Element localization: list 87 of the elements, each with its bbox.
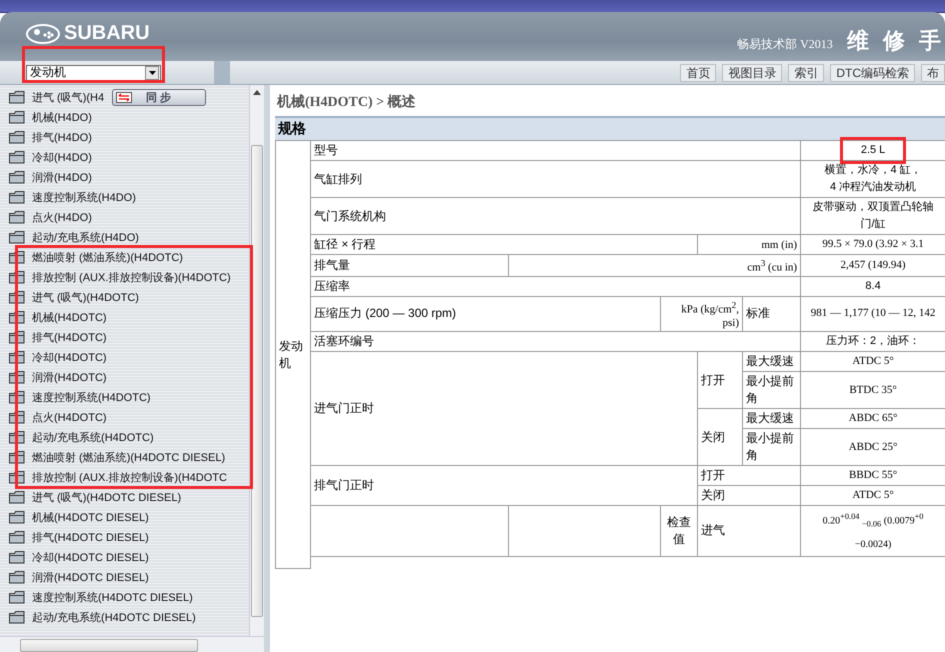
section-title: 规格 — [278, 120, 306, 136]
nav-link[interactable]: 首页 — [680, 64, 716, 82]
folder-icon — [9, 90, 25, 104]
table-cell: 标准 — [742, 296, 801, 332]
folder-icon — [9, 510, 25, 524]
table-cell: 关闭 — [698, 408, 742, 466]
table-cell: 进气门正时 — [310, 352, 698, 466]
tree-item[interactable]: 进气 (吸气)(H4DOTC) — [0, 287, 139, 307]
table-cell: 最大缓速 — [742, 408, 801, 429]
tree-item[interactable]: 机械(H4DO) — [0, 107, 92, 127]
tree-item[interactable]: 起动/充电系统(H4DOTC DIESEL) — [0, 607, 196, 627]
nav-link[interactable]: 索引 — [788, 64, 824, 82]
table-cell: 排气量 — [310, 254, 508, 276]
folder-icon — [9, 190, 25, 204]
folder-icon — [9, 170, 25, 184]
stars-oval-logo-icon — [26, 24, 60, 44]
table-cell: 关闭 — [698, 486, 801, 506]
table-cell: 气门系统机构 — [310, 198, 801, 234]
tree-item[interactable]: 润滑(H4DO) — [0, 167, 92, 187]
table-cell: 打开 — [698, 352, 742, 409]
tree-item[interactable]: 排气(H4DOTC) — [0, 327, 107, 347]
sync-button[interactable]: 同 步 — [112, 89, 206, 106]
table-cell: 缸径 × 行程 — [310, 234, 698, 254]
folder-icon — [9, 590, 25, 604]
horizontal-scrollbar[interactable] — [0, 636, 264, 652]
tree-item[interactable]: 进气 (吸气)(H4DOTC DIESEL) — [0, 487, 182, 507]
nav-link[interactable]: 布 — [921, 64, 945, 82]
table-cell: 最大缓速 — [742, 352, 801, 372]
tree-item[interactable]: 冷却(H4DO) — [0, 147, 92, 167]
tree-item[interactable]: 点火(H4DO) — [0, 207, 92, 227]
table-cell: 型号 — [310, 140, 801, 160]
tree-item[interactable]: 速度控制系统(H4DOTC) — [0, 387, 151, 407]
folder-icon — [9, 210, 25, 224]
table-cell: 排气门正时 — [310, 466, 698, 506]
splitter-handle[interactable] — [214, 61, 230, 84]
window-title: 维 修 手 — [846, 27, 945, 55]
scroll-up-arrow-icon[interactable] — [253, 90, 261, 95]
scrollbar-thumb[interactable] — [20, 639, 198, 652]
table-cell: cm$^{3}$ (cu in) — [508, 254, 801, 276]
tree-item[interactable]: 排气(H4DOTC DIESEL) — [0, 527, 149, 547]
breadcrumb: 机械(H4DOTC) > 概述 — [276, 93, 417, 112]
table-cell: 压缩率 — [310, 276, 801, 296]
tree-item[interactable]: 速度控制系统(H4DO) — [0, 187, 136, 207]
tree-item[interactable]: 冷却(H4DOTC) — [0, 347, 107, 367]
table-cell: 发动机 — [276, 140, 310, 569]
tree-item[interactable]: 燃油喷射 (燃油系统)(H4DOTC) — [0, 247, 183, 267]
brand-name: SUBARU — [64, 22, 150, 45]
table-cell: 打开 — [698, 466, 801, 486]
tree-item[interactable]: 冷却(H4DOTC DIESEL) — [0, 547, 149, 567]
nav-link[interactable]: DTC编码检索 — [830, 64, 915, 82]
tree-item[interactable]: 起动/充电系统(H4DOTC) — [0, 427, 154, 447]
tree-item[interactable]: 起动/充电系统(H4DO) — [0, 227, 139, 247]
folder-icon — [9, 150, 25, 164]
scrollbar-thumb[interactable] — [251, 145, 263, 617]
tree-item[interactable]: 润滑(H4DOTC DIESEL) — [0, 567, 149, 587]
table-cell: 进气 — [698, 506, 801, 556]
table-cell: 气缸排列 — [310, 160, 801, 198]
tree-item[interactable]: 速度控制系统(H4DOTC DIESEL) — [0, 587, 193, 607]
folder-icon — [9, 570, 25, 584]
table-cell: 最小提前角 — [742, 372, 801, 409]
tree-item[interactable]: 点火(H4DOTC) — [0, 407, 107, 427]
folder-icon — [9, 110, 25, 124]
folder-icon — [9, 530, 25, 544]
table-cell: 压缩压力 (200 — 300 rpm) — [310, 296, 660, 332]
publisher-text: 畅易技术部 V2013 — [737, 36, 833, 53]
folder-icon — [9, 130, 25, 144]
tree-item[interactable]: 机械(H4DOTC) — [0, 307, 107, 327]
folder-icon — [9, 550, 25, 564]
tree-item[interactable]: 燃油喷射 (燃油系统)(H4DOTC DIESEL) — [0, 447, 226, 467]
sync-arrows-icon — [116, 92, 132, 103]
folder-icon — [9, 230, 25, 244]
tree-item[interactable]: 排放控制 (AUX.排放控制设备)(H4DOTC) — [0, 267, 231, 287]
table-cell: 检查值 — [660, 506, 698, 556]
table-cell: 活塞环编号 — [310, 332, 801, 352]
tree-item[interactable]: 机械(H4DOTC DIESEL) — [0, 507, 149, 527]
folder-icon — [9, 490, 25, 504]
category-dropdown[interactable]: 发动机 — [26, 64, 161, 80]
table-cell: kPa (kg/cm$^{2}$, psi) — [660, 296, 742, 332]
tree-item[interactable]: 排气(H4DO) — [0, 127, 92, 147]
tree-item[interactable]: 进气 (吸气)(H4 — [0, 87, 104, 107]
vertical-scrollbar[interactable] — [249, 85, 264, 636]
folder-icon — [9, 610, 25, 624]
nav-link[interactable]: 视图目录 — [722, 64, 782, 82]
tree-item[interactable]: 润滑(H4DOTC) — [0, 367, 107, 387]
tree-item[interactable]: 排放控制 (AUX.排放控制设备)(H4DOTC — [0, 467, 227, 487]
table-cell: 最小提前角 — [742, 428, 801, 466]
table-cell: mm (in) — [698, 234, 801, 254]
